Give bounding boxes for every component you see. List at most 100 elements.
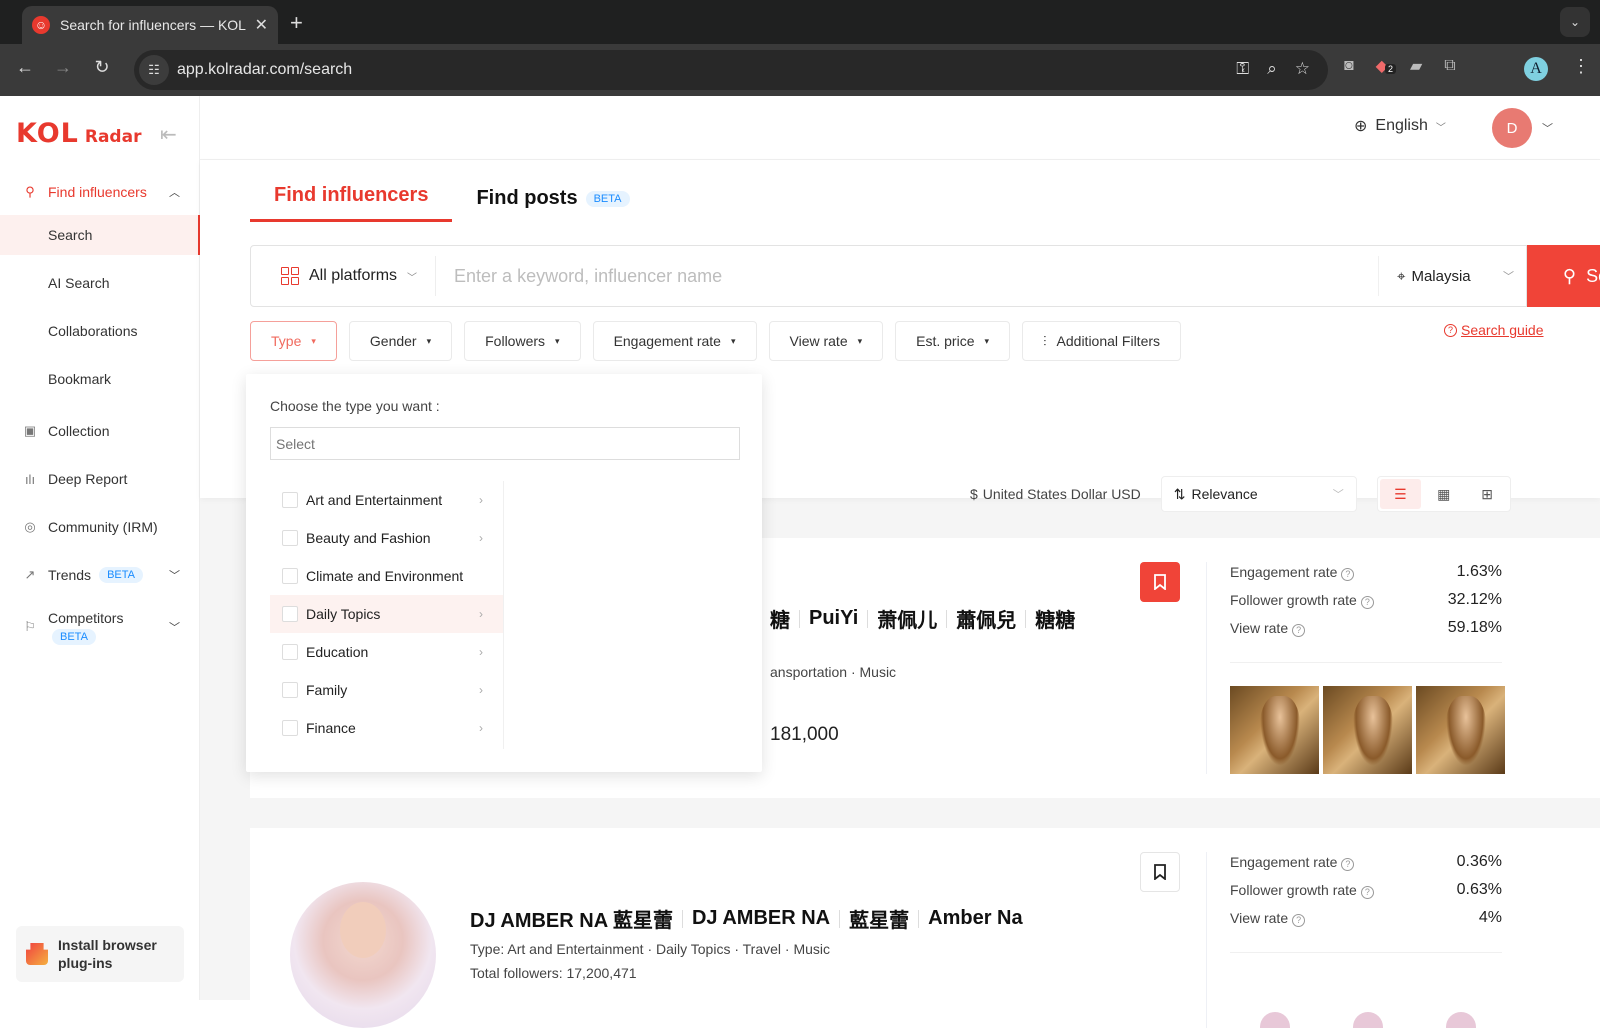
post-thumbnail[interactable] [1230,686,1319,774]
type-option-finance[interactable]: Finance › [270,709,503,747]
influencer-name: DJ AMBER NA 藍星蕾 [470,910,673,932]
help-icon[interactable]: ? [1360,595,1374,609]
chevron-up-icon: ︿ [169,187,180,199]
new-tab-button[interactable]: + [290,10,303,36]
browser-menu-icon[interactable]: ⋮ [1572,56,1590,77]
bookmark-button[interactable] [1140,562,1180,602]
reload-icon[interactable]: ↻ [89,57,115,78]
red-extension-icon[interactable]: ◆ 2 [1376,56,1396,76]
filter-type[interactable]: Type ▾ [250,321,337,361]
option-label: Art and Entertainment [306,492,443,508]
tab-title: Search for influencers — KOL Radar [60,17,247,33]
type-option-beauty-and-fashion[interactable]: Beauty and Fashion › [270,519,503,557]
flag-icon: ⚐ [24,619,36,634]
help-icon[interactable]: ? [1341,857,1355,871]
password-key-icon[interactable]: ⚿ [1236,59,1249,79]
site-info-icon[interactable]: ☷ [139,55,169,85]
filter-view-rate[interactable]: View rate ▾ [768,321,884,361]
checkbox[interactable] [282,606,298,622]
type-option-art-and-entertainment[interactable]: Art and Entertainment › [270,481,503,519]
checkbox[interactable] [282,682,298,698]
sidebar-item-deep-report[interactable]: ılı Deep Report [0,459,200,499]
checkbox[interactable] [282,568,298,584]
chevron-down-icon: ﹀ [1435,122,1446,134]
filter-followers[interactable]: Followers ▾ [464,321,581,361]
sort-icon: ⇅ [1173,485,1186,502]
post-thumbnail[interactable] [1416,686,1505,774]
sidebar-item-community[interactable]: ◎ Community (IRM) [0,507,200,547]
url-text[interactable]: app.kolradar.com/search [177,61,352,79]
folder-extension-icon[interactable]: ▰ [1410,56,1422,76]
type-option-education[interactable]: Education › [270,633,503,671]
list-view-icon[interactable]: ☰ [1379,479,1422,509]
extensions-puzzle-icon[interactable]: ⧉ [1444,57,1455,75]
option-label: Family [306,682,348,698]
kol-radar-logo[interactable]: KOL Radar [16,118,141,149]
help-icon[interactable]: ? [1360,885,1374,899]
browser-tab[interactable]: ☺ Search for influencers — KOL Radar ✕ [22,6,278,44]
currency-selector[interactable]: $ United States Dollar USD [970,486,1141,502]
filter-engagement-rate[interactable]: Engagement rate ▾ [592,321,757,361]
stat-value: 1.63% [1456,563,1502,580]
influencer-name: Amber Na [928,907,1023,929]
influencer-card[interactable]: DJ AMBER NA 藍星蕾 DJ AMBER NA 藍星蕾 Amber Na… [250,828,1600,1028]
search-guide-link[interactable]: ? Search guide [1444,322,1544,338]
sidebar-item-competitors[interactable]: ⚐ Competitors BETA ﹀ [0,602,200,652]
tab-find-influencers[interactable]: Find influencers [250,184,453,222]
camera-extension-icon[interactable]: ◙ [1344,57,1354,75]
grid-view-icon[interactable]: ▦ [1423,479,1464,509]
platform-select[interactable]: All platforms ﹀ [251,256,437,296]
table-view-icon[interactable]: ⊞ [1466,479,1507,509]
help-icon[interactable]: ? [1292,623,1306,637]
forward-icon[interactable]: → [50,57,76,78]
post-thumbnail[interactable] [1416,1006,1505,1028]
post-thumbnail[interactable] [1323,686,1412,774]
filter-gender[interactable]: Gender ▾ [348,321,453,361]
checkbox[interactable] [282,720,298,736]
chevron-down-icon[interactable]: ﹀ [1542,120,1553,136]
country-select[interactable]: ⌖ Malaysia ﹀ [1378,256,1526,296]
tab-search-button[interactable]: ⌄ [1560,7,1590,37]
type-option-daily-topics[interactable]: Daily Topics › [270,595,503,633]
tab-find-posts[interactable]: Find posts BETA [452,187,653,222]
checkbox[interactable] [282,530,298,546]
post-thumbnail[interactable] [1323,1006,1412,1028]
stat-follower-growth-rate: Follower growth rate? 32.12% [1230,586,1502,614]
filter-est-price[interactable]: Est. price ▾ [895,321,1011,361]
sidebar-item-trends[interactable]: ↗ Trends BETA ﹀ [0,555,200,595]
sidebar-item-bookmark[interactable]: Bookmark [0,359,200,399]
sort-select[interactable]: ⇅ Relevance ﹀ [1160,476,1357,512]
help-icon[interactable]: ? [1292,913,1306,927]
checkbox[interactable] [282,644,298,660]
sidebar-item-ai-search[interactable]: AI Search [0,263,200,303]
keyword-search-input[interactable] [436,265,1378,287]
checkbox[interactable] [282,492,298,508]
zoom-icon[interactable]: ⌕ [1267,59,1277,79]
collapse-sidebar-icon[interactable]: ⇤ [160,122,177,147]
sidebar-item-search[interactable]: Search [0,215,200,255]
sidebar-item-find-influencers[interactable]: ⚲ Find influencers ︿ [0,172,200,212]
language-selector[interactable]: ⊕ English ﹀ [1354,116,1446,136]
user-avatar[interactable]: D [1492,108,1532,148]
stat-label: Engagement rate [1230,853,1338,870]
sidebar-item-label: Competitors [48,609,124,626]
close-tab-icon[interactable]: ✕ [255,15,268,35]
help-icon[interactable]: ? [1341,567,1355,581]
sidebar-item-collection[interactable]: ▣ Collection [0,411,200,451]
back-icon[interactable]: ← [12,57,38,78]
post-thumbnail[interactable] [1230,1006,1319,1028]
address-bar[interactable]: ☷ app.kolradar.com/search ⚿ ⌕ ☆ [134,50,1328,90]
sidebar-item-collaborations[interactable]: Collaborations [0,311,200,351]
type-option-family[interactable]: Family › [270,671,503,709]
bookmark-star-icon[interactable]: ☆ [1295,59,1310,79]
additional-filters-button[interactable]: ⫶ Additional Filters [1022,321,1182,361]
search-button[interactable]: ⚲ Search [1527,245,1600,307]
filter-label: Type [271,333,302,349]
influencer-avatar[interactable] [290,882,436,1028]
country-label: Malaysia [1411,267,1471,285]
type-select-input[interactable] [270,427,740,460]
install-plugin-button[interactable]: Install browser plug-ins [16,926,184,982]
bookmark-button[interactable] [1140,852,1180,892]
type-option-climate-and-environment[interactable]: Climate and Environment [270,557,503,595]
browser-profile-avatar[interactable]: A [1524,57,1548,81]
